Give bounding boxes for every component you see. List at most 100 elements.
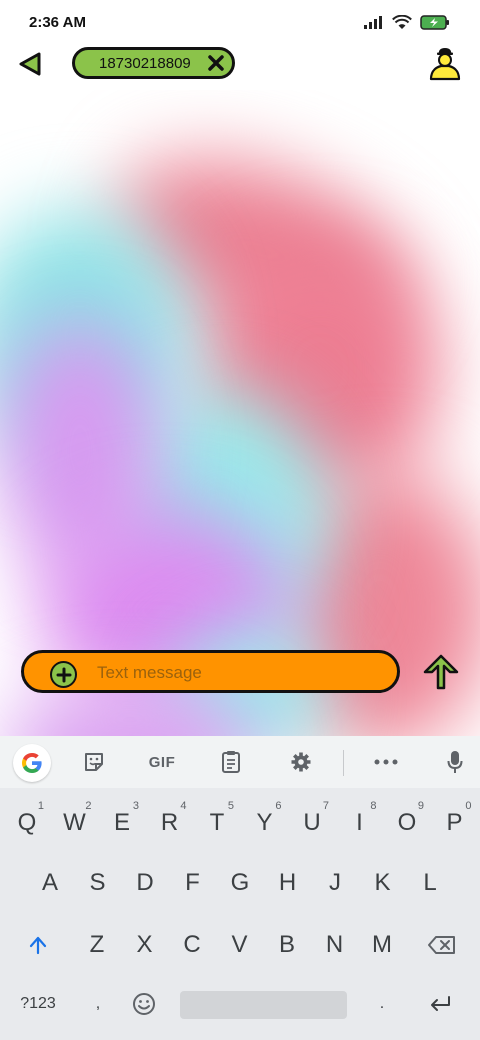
shift-arrow-icon [29, 936, 47, 955]
key[interactable]: S [76, 860, 120, 906]
key[interactable]: A [28, 860, 72, 906]
symbols-label: ?123 [20, 995, 56, 1012]
key[interactable]: 0P [433, 800, 477, 846]
key-label: G [230, 869, 250, 896]
gif-button[interactable]: GIF [144, 750, 180, 774]
key-number-hint: 7 [322, 800, 329, 812]
key[interactable]: N [313, 922, 357, 968]
key-label: T [209, 809, 225, 836]
key[interactable]: D [123, 860, 167, 906]
status-bar: 2:36 AM [0, 0, 480, 44]
gif-label: GIF [148, 753, 176, 771]
key-label: D [136, 869, 154, 896]
background-artwork [0, 90, 480, 740]
comma-label: , [95, 995, 101, 1012]
key[interactable]: V [218, 922, 262, 968]
emoji-icon [133, 993, 155, 1015]
key-label: Y [256, 809, 273, 836]
toolbar-divider [343, 750, 344, 776]
shift-key[interactable] [16, 922, 60, 968]
microphone-icon[interactable] [444, 750, 466, 774]
more-icon[interactable] [373, 750, 399, 774]
key-label: B [278, 931, 295, 958]
key[interactable]: H [266, 860, 310, 906]
key[interactable]: J [313, 860, 357, 906]
keyboard-row-1: 1Q2W3E4R5T6Y7U8I9O0P [0, 800, 480, 850]
back-button[interactable] [14, 48, 48, 80]
key-label: Z [89, 931, 105, 958]
conversation-header: 18730218809 [0, 44, 480, 84]
key-number-hint: 1 [37, 800, 44, 812]
key-number-hint: 8 [370, 800, 377, 812]
key-label: M [372, 931, 392, 958]
key[interactable]: C [170, 922, 214, 968]
key-label: K [374, 869, 391, 896]
key[interactable]: B [265, 922, 309, 968]
key-number-hint: 4 [180, 800, 187, 812]
plus-icon [56, 667, 71, 682]
settings-gear-icon[interactable] [288, 750, 314, 774]
key-label: F [185, 869, 200, 896]
key[interactable]: X [123, 922, 167, 968]
key[interactable]: K [361, 860, 405, 906]
key[interactable]: 6Y [243, 800, 287, 846]
key[interactable]: L [408, 860, 452, 906]
key-label: C [183, 931, 201, 958]
key[interactable]: 5T [195, 800, 239, 846]
key[interactable]: F [171, 860, 215, 906]
key-label: O [397, 809, 417, 836]
key-label: A [41, 869, 58, 896]
backspace-icon [428, 936, 455, 954]
period-label: . [379, 995, 385, 1012]
space-key[interactable] [180, 991, 347, 1019]
key-number-hint: 2 [85, 800, 92, 812]
comma-key[interactable]: , [76, 981, 120, 1027]
google-logo-icon [22, 753, 42, 773]
key-number-hint: 0 [465, 800, 472, 812]
key[interactable]: 1Q [5, 800, 49, 846]
contact-profile-icon[interactable] [426, 44, 464, 82]
recipient-chip[interactable]: 18730218809 [72, 47, 235, 79]
emoji-key[interactable] [122, 981, 166, 1027]
key-label: I [356, 809, 363, 836]
key-label: X [136, 931, 153, 958]
backspace-key[interactable] [420, 922, 464, 968]
clipboard-icon[interactable] [219, 750, 243, 774]
key-label: W [63, 809, 86, 836]
key[interactable]: 3E [100, 800, 144, 846]
recipient-number: 18730218809 [99, 54, 191, 72]
send-button[interactable] [420, 652, 462, 692]
key-label: S [89, 869, 106, 896]
status-icons [364, 14, 450, 30]
key[interactable]: 7U [290, 800, 334, 846]
key-label: U [303, 809, 321, 836]
status-time: 2:36 AM [29, 13, 86, 31]
key[interactable]: G [218, 860, 262, 906]
key[interactable]: 4R [148, 800, 192, 846]
key[interactable]: M [360, 922, 404, 968]
add-attachment-button[interactable] [50, 661, 77, 688]
key-label: L [423, 869, 437, 896]
battery-charging-icon [420, 14, 449, 30]
symbols-key[interactable]: ?123 [16, 981, 60, 1027]
message-input[interactable] [97, 662, 377, 684]
google-icon[interactable] [13, 744, 51, 782]
key-label: N [325, 931, 344, 958]
message-compose-bar [21, 650, 400, 693]
close-icon[interactable] [208, 55, 224, 71]
key-label: V [231, 931, 248, 958]
enter-key[interactable] [418, 981, 462, 1027]
key[interactable]: 2W [53, 800, 97, 846]
key-label: R [160, 809, 179, 836]
key[interactable]: 9O [385, 800, 429, 846]
key[interactable]: Z [75, 922, 119, 968]
keyboard-row-2: A S D F G HJK L [0, 860, 480, 910]
key-label: Q [17, 809, 37, 836]
sticker-icon[interactable] [81, 750, 107, 774]
keyboard-toolbar: GIF [0, 736, 480, 788]
key-number-hint: 9 [417, 800, 424, 812]
key-label: H [278, 869, 297, 896]
key[interactable]: 8I [338, 800, 382, 846]
on-screen-keyboard: G I F 1 Q 2 W 3 E 4 R 5 T 6 Y 7 U 8 I 9 O … [0, 736, 480, 1040]
period-key[interactable]: . [360, 981, 404, 1027]
